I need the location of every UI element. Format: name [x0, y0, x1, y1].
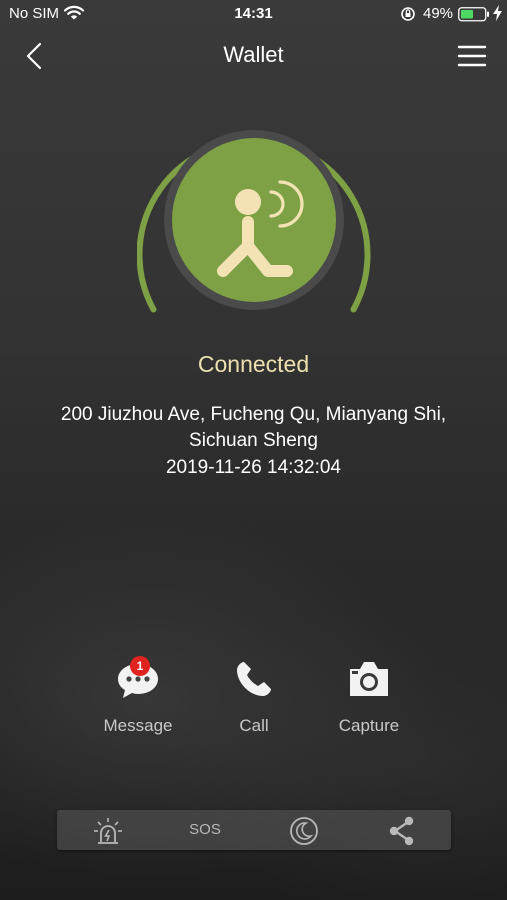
camera-icon	[345, 656, 393, 702]
sos-button[interactable]: SOS	[175, 810, 235, 850]
device-status-circle[interactable]	[136, 118, 371, 338]
location-address: 200 Jiuzhou Ave, Fucheng Qu, Mianyang Sh…	[60, 404, 447, 451]
status-bar: No SIM 14:31 49%	[0, 0, 507, 28]
message-label: Message	[103, 716, 173, 735]
share-icon	[389, 816, 414, 846]
message-button[interactable]: 1 Message	[78, 656, 198, 746]
call-label: Call	[239, 716, 269, 735]
share-button[interactable]	[371, 810, 431, 850]
menu-button[interactable]	[454, 40, 490, 72]
battery-icon	[458, 7, 490, 26]
phone-icon	[230, 656, 278, 702]
unread-badge: 1	[130, 656, 150, 676]
connection-status: Connected	[197, 351, 310, 377]
call-button[interactable]: Call	[194, 656, 314, 746]
orientation-lock-icon	[400, 6, 416, 26]
bottom-toolbar: SOS	[57, 810, 451, 850]
capture-button[interactable]: Capture	[309, 656, 429, 746]
battery-percent: 49%	[423, 5, 454, 22]
status-disc	[172, 138, 336, 302]
hamburger-menu-icon	[457, 45, 487, 67]
moon-icon	[290, 817, 318, 845]
capture-label: Capture	[338, 716, 400, 735]
page-title: Wallet	[223, 42, 284, 67]
sleep-mode-button[interactable]	[273, 810, 333, 850]
alarm-button[interactable]	[77, 810, 137, 850]
location-timestamp: 2019-11-26 14:32:04	[165, 457, 342, 478]
alarm-icon	[94, 818, 122, 844]
charging-bolt-icon	[493, 5, 502, 25]
